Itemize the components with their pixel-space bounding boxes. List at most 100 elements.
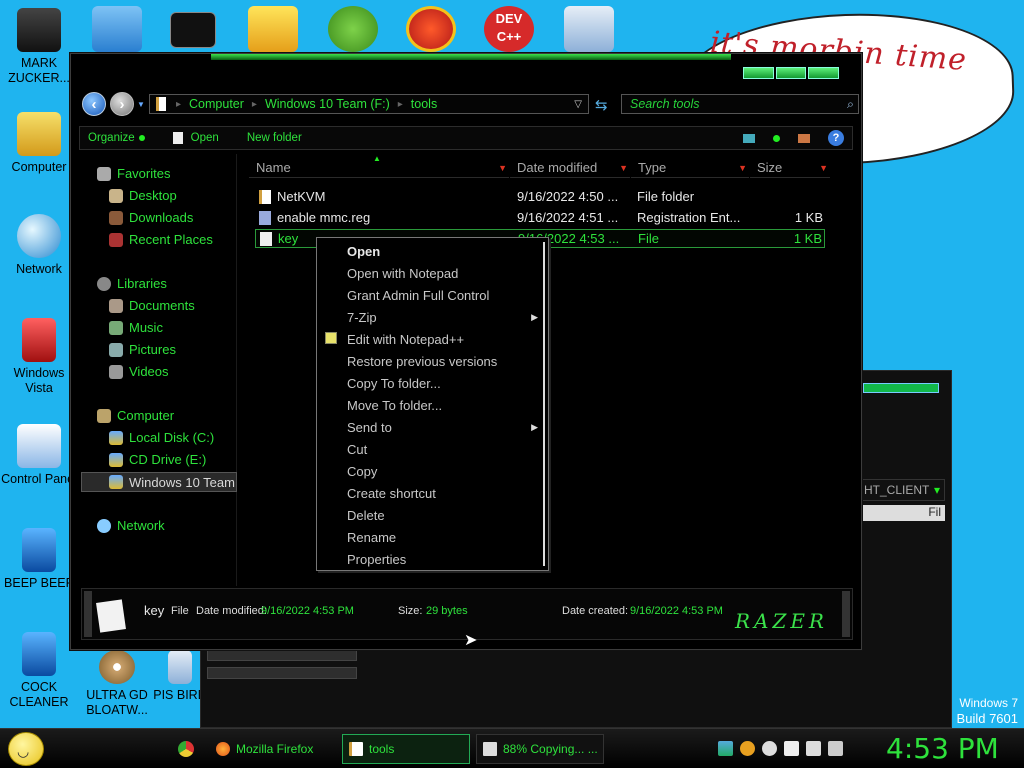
nav-documents[interactable]: Documents — [109, 298, 195, 313]
background-combo[interactable]: HT_CLIENT ▾ — [859, 479, 945, 501]
window-controls[interactable] — [863, 383, 939, 393]
desktop-icon-control-panel[interactable]: Control Panel — [0, 424, 78, 487]
window-controls — [743, 67, 840, 79]
system-tray — [718, 741, 843, 756]
dev-cpp-icon[interactable]: DEV C++ — [484, 6, 534, 52]
background-row — [207, 649, 357, 661]
nav-pictures[interactable]: Pictures — [109, 342, 176, 357]
menu-copy[interactable]: Copy — [347, 464, 377, 479]
minimize-button[interactable] — [743, 67, 774, 79]
nav-computer[interactable]: Computer — [97, 408, 174, 423]
help-icon[interactable]: ? — [828, 130, 844, 146]
search-icon[interactable]: ⌕ — [847, 97, 854, 112]
breadcrumb-tools[interactable]: tools — [411, 97, 437, 111]
drive-icon — [109, 430, 123, 445]
taskbar-copying[interactable]: 88% Copying... ... — [476, 734, 604, 764]
file-row[interactable]: NetKVM 9/16/2022 4:50 ... File folder — [255, 187, 825, 206]
desktop-icon-network[interactable]: Network — [0, 214, 78, 277]
close-button[interactable] — [808, 67, 840, 79]
column-type[interactable]: Type ▼ — [631, 158, 749, 178]
search-icon[interactable] — [740, 741, 755, 756]
chevron-down-icon[interactable]: ▼ — [498, 163, 507, 173]
desktop-icon-mark[interactable]: MARK ZUCKER... — [0, 8, 78, 86]
new-folder-button[interactable]: New folder — [247, 132, 302, 144]
cmd-icon[interactable] — [170, 12, 216, 48]
nav-recent-places[interactable]: Recent Places — [109, 232, 213, 247]
folder-icon[interactable] — [92, 6, 142, 52]
nav-downloads[interactable]: Downloads — [109, 210, 193, 225]
breadcrumb-computer[interactable]: Computer — [189, 97, 244, 111]
clock[interactable]: 4:53 PM — [886, 732, 999, 765]
menu-move-to-folder[interactable]: Move To folder... — [347, 398, 442, 413]
view-icon[interactable] — [743, 133, 755, 143]
menu-copy-to-folder[interactable]: Copy To folder... — [347, 376, 441, 391]
menu-open[interactable]: Open — [347, 244, 380, 259]
navigation-bar: ‹ › ▼ ▸ Computer ▸ Windows 10 Team (F:) … — [79, 92, 859, 118]
desktop-icon-computer[interactable]: Computer — [0, 112, 78, 175]
taskbar-tools[interactable]: tools — [342, 734, 470, 764]
nav-cd-drive[interactable]: CD Drive (E:) — [109, 452, 206, 467]
nav-videos[interactable]: Videos — [109, 364, 169, 379]
nav-music[interactable]: Music — [109, 320, 163, 335]
organize-button[interactable]: Organize — [88, 132, 145, 144]
chevron-down-icon[interactable]: ▼ — [738, 163, 747, 173]
angry-birds-icon[interactable] — [328, 6, 378, 52]
chrome-icon[interactable] — [178, 741, 194, 757]
menu-restore-previous[interactable]: Restore previous versions — [347, 354, 497, 369]
network-icon[interactable] — [806, 741, 821, 756]
menu-7zip[interactable]: 7-Zip — [347, 310, 377, 325]
menu-send-to[interactable]: Send to — [347, 420, 392, 435]
speaker-icon[interactable] — [828, 741, 843, 756]
menu-cut[interactable]: Cut — [347, 442, 367, 457]
menu-edit-notepad-plus-plus[interactable]: Edit with Notepad++ — [347, 332, 464, 347]
column-date-modified[interactable]: Date modified ▼ — [510, 158, 630, 178]
preview-pane-icon[interactable] — [798, 133, 810, 143]
chevron-down-icon[interactable]: ▼ — [819, 163, 828, 173]
menu-delete[interactable]: Delete — [347, 508, 385, 523]
powerpoint-p-icon[interactable] — [406, 6, 456, 52]
maximize-button[interactable] — [775, 67, 807, 79]
breadcrumb-drive[interactable]: Windows 10 Team (F:) — [265, 97, 390, 111]
libraries-icon — [97, 276, 111, 291]
cleaner-icon[interactable] — [248, 6, 298, 52]
app-tray-icon[interactable] — [762, 741, 777, 756]
address-bar[interactable]: ▸ Computer ▸ Windows 10 Team (F:) ▸ tool… — [149, 94, 589, 114]
flag-icon[interactable] — [784, 741, 799, 756]
chevron-down-icon[interactable]: ▼ — [619, 163, 628, 173]
desktop-icon-cleaner[interactable]: COCK CLEANER — [0, 632, 78, 710]
taskbar-firefox[interactable]: Mozilla Firefox — [210, 734, 338, 764]
column-name[interactable]: Name ▼ — [249, 158, 509, 178]
nav-libraries[interactable]: Libraries — [97, 276, 167, 291]
razer-logo: RAZER — [734, 609, 828, 633]
menu-create-shortcut[interactable]: Create shortcut — [347, 486, 436, 501]
menu-grant-admin[interactable]: Grant Admin Full Control — [347, 288, 489, 303]
start-button[interactable]: ◡ — [8, 732, 44, 766]
nav-network[interactable]: Network — [97, 518, 165, 533]
open-button[interactable]: Open — [172, 132, 219, 144]
view-options-icon[interactable] — [773, 134, 780, 142]
nav-favorites[interactable]: Favorites — [97, 166, 170, 181]
chevron-down-icon[interactable]: ▽ — [574, 99, 582, 110]
back-button[interactable]: ‹ — [82, 92, 106, 116]
globe-icon — [17, 214, 61, 258]
installer-icon[interactable] — [564, 6, 614, 52]
nav-desktop[interactable]: Desktop — [109, 188, 177, 203]
menu-properties[interactable]: Properties — [347, 552, 406, 567]
desktop-icon-beep[interactable]: BEEP BEEP — [0, 528, 78, 591]
network-tray-icon[interactable] — [718, 741, 733, 756]
videos-icon — [109, 364, 123, 379]
star-icon — [97, 166, 111, 181]
submenu-arrow-icon: ▶ — [531, 312, 538, 322]
file-row[interactable]: enable mmc.reg 9/16/2022 4:51 ... Regist… — [255, 208, 825, 227]
recent-pages-dropdown[interactable]: ▼ — [137, 100, 145, 109]
nav-windows-10-team[interactable]: Windows 10 Team — [81, 472, 237, 492]
desktop-icon-windows-vista[interactable]: Windows Vista — [0, 318, 78, 396]
column-size[interactable]: Size ▼ — [750, 158, 830, 178]
search-input[interactable]: Search tools ⌕ — [621, 94, 859, 114]
menu-open-with-notepad[interactable]: Open with Notepad — [347, 266, 458, 281]
menu-rename[interactable]: Rename — [347, 530, 396, 545]
refresh-icon[interactable]: ⇆ — [595, 96, 608, 114]
mouse-cursor-icon: ➤ — [464, 632, 478, 649]
forward-button[interactable]: › — [110, 92, 134, 116]
nav-local-disk[interactable]: Local Disk (C:) — [109, 430, 214, 445]
